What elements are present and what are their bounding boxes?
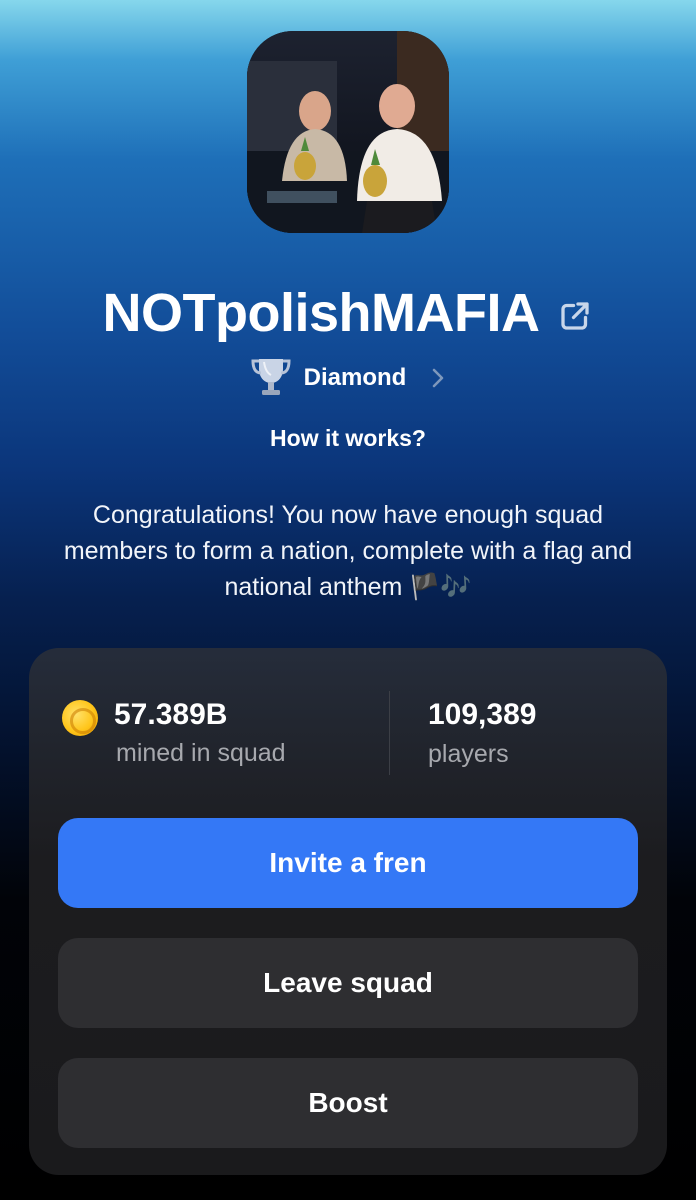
squad-avatar [247, 31, 449, 233]
invite-fren-button[interactable]: Invite a fren [58, 818, 638, 908]
how-it-works-link[interactable]: How it works? [0, 425, 696, 452]
players-value: 109,389 [428, 698, 537, 731]
boost-button[interactable]: Boost [58, 1058, 638, 1148]
external-link-icon[interactable] [557, 298, 593, 334]
players-label: players [428, 740, 509, 768]
congrats-message: Congratulations! You now have enough squ… [63, 501, 633, 601]
coin-icon [62, 700, 98, 736]
squad-stats-card: 57.389B mined in squad 109,389 players I… [29, 648, 667, 1175]
trophy-icon [251, 359, 291, 395]
squad-avatar-photo-icon [247, 31, 449, 233]
league-row[interactable]: Diamond [0, 355, 696, 401]
stats-divider [389, 691, 390, 775]
league-label: Diamond [303, 364, 407, 391]
squad-title-row: NOTpolishMAFIA [0, 278, 696, 348]
chevron-right-icon [433, 368, 444, 388]
mined-value: 57.389B [114, 698, 228, 731]
leave-squad-button[interactable]: Leave squad [58, 938, 638, 1028]
squad-name: NOTpolishMAFIA [102, 283, 540, 343]
players-stat: 109,389 players [428, 698, 536, 769]
mined-label: mined in squad [116, 739, 286, 767]
